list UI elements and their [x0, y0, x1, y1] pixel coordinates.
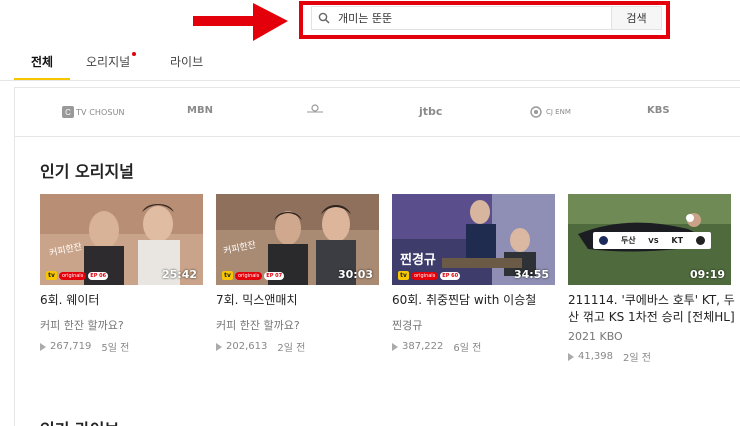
- video-meta: 41,398 2일 전: [568, 349, 740, 364]
- channel-name[interactable]: 커피 한잔 할까요?: [216, 317, 379, 333]
- channel-name[interactable]: 커피 한잔 할까요?: [40, 317, 203, 333]
- originals-badge: tv originals EP 07: [222, 271, 285, 280]
- video-card[interactable]: 두산 VS KT 09:19 211114. '쿠에바스 호투' KT, 두산 …: [568, 194, 740, 364]
- play-count-icon: [392, 342, 398, 351]
- channel-tvchosun[interactable]: C TV CHOSUN: [62, 106, 125, 118]
- video-card[interactable]: 커피한잔 tv originals EP 07 30:03 7회. 믹스앤매치 …: [216, 194, 379, 354]
- search-bar[interactable]: 개미는 뚠뚠 검색: [311, 6, 662, 30]
- sbs-logo-icon: [307, 104, 323, 113]
- view-count: 387,222: [402, 341, 444, 352]
- video-duration: 30:03: [337, 268, 373, 281]
- upload-age: 5일 전: [101, 343, 130, 354]
- search-button[interactable]: 검색: [611, 7, 661, 29]
- video-title[interactable]: 60회. 취중찐담 with 이승철: [392, 292, 555, 309]
- tvchosun-logo-icon: C: [62, 106, 74, 118]
- red-arrow-annotation: [193, 3, 288, 41]
- section-title-live: 인기 라이브: [40, 416, 119, 426]
- tab-live[interactable]: 라이브: [170, 53, 203, 70]
- upload-age: 2일 전: [277, 343, 306, 354]
- search-input[interactable]: 개미는 뚠뚠: [336, 10, 611, 26]
- section-title-originals: 인기 오리지널: [40, 162, 134, 181]
- channel-sbs[interactable]: [305, 103, 325, 117]
- upload-age: 6일 전: [453, 343, 482, 354]
- kakaotv-icon: tv: [398, 271, 409, 280]
- video-duration: 25:42: [161, 268, 197, 281]
- view-count: 41,398: [578, 351, 613, 362]
- channel-cjenm[interactable]: CJ ENM: [528, 105, 571, 119]
- category-tabs: 전체 오리지널 라이브: [0, 40, 740, 81]
- tab-all[interactable]: 전체: [31, 53, 53, 70]
- play-count-icon: [568, 352, 574, 361]
- video-thumbnail[interactable]: 찐경규 tv originals EP 60 34:55: [392, 194, 555, 285]
- video-meta: 202,613 2일 전: [216, 339, 379, 354]
- video-thumbnail[interactable]: 커피한잔 tv originals EP 06 25:42: [40, 194, 203, 285]
- team-away-icon: [695, 236, 705, 245]
- view-count: 202,613: [226, 341, 268, 352]
- originals-badge: tv originals EP 60: [398, 271, 461, 280]
- new-dot: [132, 52, 136, 56]
- kakaotv-icon: tv: [46, 271, 57, 280]
- video-card[interactable]: 커피한잔 tv originals EP 06 25:42 6회. 웨이터 커피…: [40, 194, 203, 354]
- cj-logo-icon: [530, 106, 542, 118]
- video-card[interactable]: 찐경규 tv originals EP 60 34:55 60회. 취중찐담 w…: [392, 194, 555, 354]
- video-title[interactable]: 211114. '쿠에바스 호투' KT, 두산 꺾고 KS 1차전 승리 [전…: [568, 292, 740, 326]
- video-meta: 387,222 6일 전: [392, 339, 555, 354]
- video-title[interactable]: 7회. 믹스앤매치: [216, 292, 379, 309]
- channel-jtbc[interactable]: jtbc: [419, 105, 442, 118]
- channel-kbs[interactable]: KBS: [647, 105, 670, 116]
- play-count-icon: [216, 342, 222, 351]
- channel-mbn[interactable]: MBN: [187, 105, 213, 116]
- tab-originals[interactable]: 오리지널: [86, 53, 130, 70]
- channel-name[interactable]: 찐경규: [392, 317, 555, 333]
- team-home-icon: [599, 236, 609, 245]
- scoreboard-overlay: 두산 VS KT: [593, 232, 711, 249]
- view-count: 267,719: [50, 341, 92, 352]
- video-thumbnail[interactable]: 두산 VS KT 09:19: [568, 194, 731, 285]
- kakaotv-icon: tv: [222, 271, 233, 280]
- top-bar: 개미는 뚠뚠 검색: [0, 0, 740, 41]
- search-icon: [312, 7, 336, 29]
- originals-badge: tv originals EP 06: [46, 271, 109, 280]
- video-duration: 09:19: [689, 268, 725, 281]
- video-duration: 34:55: [513, 268, 549, 281]
- upload-age: 2일 전: [623, 353, 651, 364]
- video-meta: 267,719 5일 전: [40, 339, 203, 354]
- channel-name[interactable]: 2021 KBO: [568, 330, 740, 343]
- play-count-icon: [40, 342, 46, 351]
- svg-text:C: C: [65, 108, 71, 117]
- video-thumbnail[interactable]: 커피한잔 tv originals EP 07 30:03: [216, 194, 379, 285]
- video-title[interactable]: 6회. 웨이터: [40, 292, 203, 309]
- svg-text:찐경규: 찐경규: [400, 252, 436, 268]
- active-tab-indicator: [14, 78, 70, 80]
- channel-strip: C TV CHOSUN MBN jtbc CJ ENM KBS: [14, 87, 740, 137]
